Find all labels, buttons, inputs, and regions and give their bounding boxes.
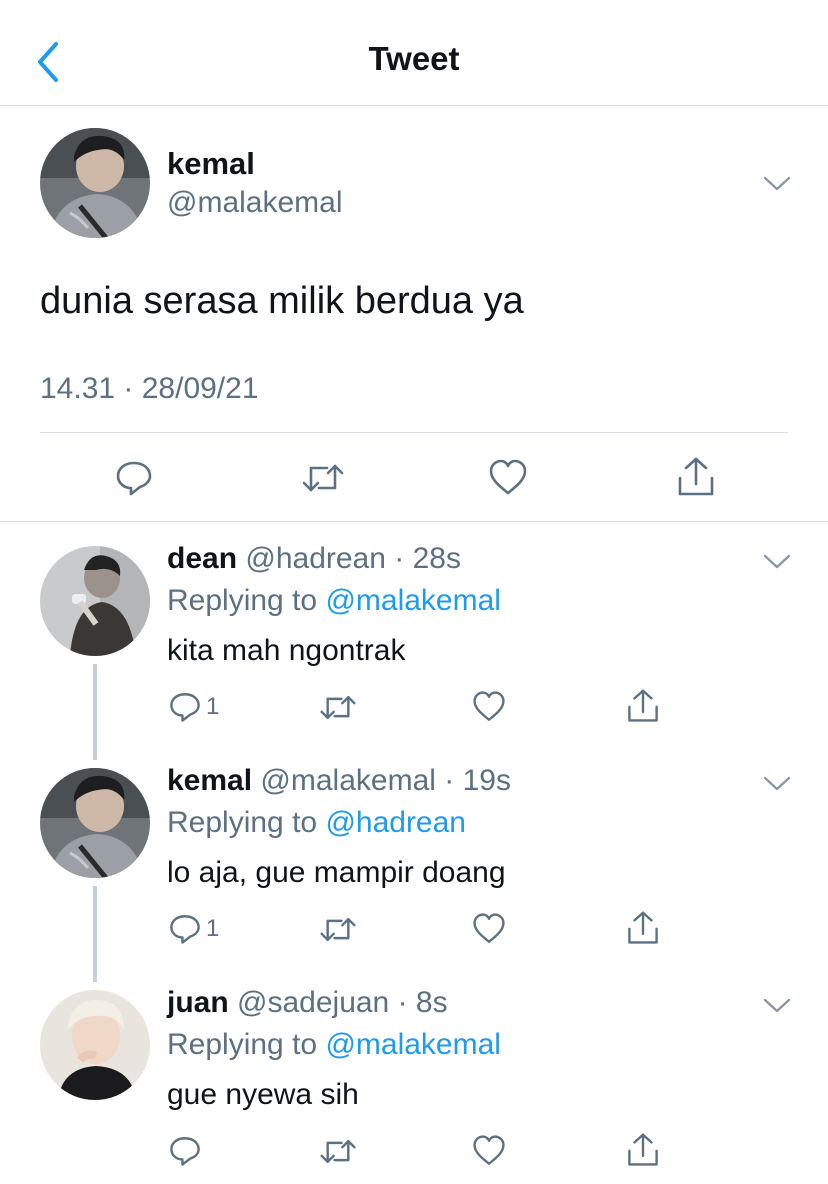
reply-header: kemal @malakemal · 19s bbox=[167, 764, 511, 798]
retweet-icon bbox=[320, 1139, 356, 1164]
reply-header: juan @sadejuan · 8s bbox=[167, 986, 448, 1020]
reply-icon bbox=[170, 915, 200, 944]
reply-tweet[interactable]: dean @hadrean · 28s Replying to @malakem… bbox=[0, 542, 828, 764]
reply-button[interactable]: 1 bbox=[168, 690, 219, 724]
chevron-down-icon bbox=[763, 998, 791, 1013]
share-icon bbox=[628, 1133, 658, 1166]
mention-link[interactable]: @malakemal bbox=[325, 584, 501, 617]
heart-icon bbox=[473, 691, 505, 721]
mention-link[interactable]: @malakemal bbox=[325, 1028, 501, 1061]
retweet-button[interactable] bbox=[319, 692, 357, 723]
main-tweet: kemal @malakemal dunia serasa milik berd… bbox=[0, 106, 828, 522]
reply-icon bbox=[116, 461, 152, 496]
heart-icon bbox=[489, 459, 527, 495]
mention-link[interactable]: @hadrean bbox=[325, 806, 466, 839]
retweet-icon bbox=[320, 695, 356, 720]
reply-header: dean @hadrean · 28s bbox=[167, 542, 461, 576]
header-bar: Tweet bbox=[0, 0, 828, 106]
chevron-down-icon bbox=[763, 776, 791, 791]
reply-tweet[interactable]: juan @sadejuan · 8s Replying to @malakem… bbox=[0, 986, 828, 1184]
avatar[interactable] bbox=[40, 768, 150, 878]
more-options-button[interactable] bbox=[762, 774, 792, 794]
like-button[interactable] bbox=[488, 458, 528, 498]
divider bbox=[40, 432, 788, 433]
tweet-text: dunia serasa milik berdua ya bbox=[40, 280, 524, 322]
replying-to: Replying to @malakemal bbox=[167, 584, 501, 618]
replying-to: Replying to @hadrean bbox=[167, 806, 466, 840]
reply-meta: @malakemal · 19s bbox=[260, 764, 511, 797]
heart-icon bbox=[473, 913, 505, 943]
avatar[interactable] bbox=[40, 990, 150, 1100]
reply-text: kita mah ngontrak bbox=[167, 634, 406, 667]
retweet-button[interactable] bbox=[319, 914, 357, 945]
like-button[interactable] bbox=[472, 912, 506, 946]
reply-icon bbox=[170, 693, 200, 722]
chevron-down-icon bbox=[763, 554, 791, 569]
reply-button[interactable] bbox=[114, 458, 154, 498]
more-options-button[interactable] bbox=[762, 996, 792, 1016]
share-button[interactable] bbox=[626, 688, 660, 724]
replying-label: Replying to bbox=[167, 1028, 318, 1061]
reply-meta: @hadrean · 28s bbox=[245, 542, 461, 575]
reply-icon bbox=[170, 1137, 200, 1166]
like-button[interactable] bbox=[472, 1134, 506, 1168]
more-options-button[interactable] bbox=[762, 552, 792, 572]
replying-label: Replying to bbox=[167, 584, 318, 617]
chevron-down-icon bbox=[763, 176, 791, 191]
share-button[interactable] bbox=[626, 1132, 660, 1168]
reply-text: gue nyewa sih bbox=[167, 1078, 359, 1111]
reply-author-name[interactable]: juan bbox=[167, 986, 229, 1019]
like-button[interactable] bbox=[472, 690, 506, 724]
share-icon bbox=[628, 689, 658, 722]
tweet-timestamp[interactable]: 14.31 · 28/09/21 bbox=[40, 372, 259, 406]
page-title: Tweet bbox=[368, 40, 460, 77]
share-button[interactable] bbox=[626, 910, 660, 946]
retweet-button[interactable] bbox=[319, 1136, 357, 1167]
replying-label: Replying to bbox=[167, 806, 318, 839]
more-options-button[interactable] bbox=[762, 174, 792, 194]
avatar[interactable] bbox=[40, 546, 150, 656]
retweet-button[interactable] bbox=[301, 460, 345, 496]
retweet-icon bbox=[320, 917, 356, 942]
share-icon bbox=[678, 457, 714, 496]
share-button[interactable] bbox=[676, 456, 716, 498]
avatar[interactable] bbox=[40, 128, 150, 238]
author-name[interactable]: kemal bbox=[167, 146, 255, 182]
share-icon bbox=[628, 911, 658, 944]
reply-text: lo aja, gue mampir doang bbox=[167, 856, 506, 889]
retweet-icon bbox=[302, 464, 344, 492]
author-handle[interactable]: @malakemal bbox=[167, 186, 343, 220]
heart-icon bbox=[473, 1135, 505, 1165]
reply-count: 1 bbox=[206, 915, 220, 942]
reply-author-name[interactable]: dean bbox=[167, 542, 237, 575]
reply-tweet[interactable]: kemal @malakemal · 19s Replying to @hadr… bbox=[0, 764, 828, 986]
reply-count: 1 bbox=[206, 693, 220, 720]
reply-button[interactable] bbox=[168, 1134, 206, 1168]
reply-button[interactable]: 1 bbox=[168, 912, 219, 946]
reply-author-name[interactable]: kemal bbox=[167, 764, 252, 797]
reply-meta: @sadejuan · 8s bbox=[237, 986, 448, 1019]
replying-to: Replying to @malakemal bbox=[167, 1028, 501, 1062]
